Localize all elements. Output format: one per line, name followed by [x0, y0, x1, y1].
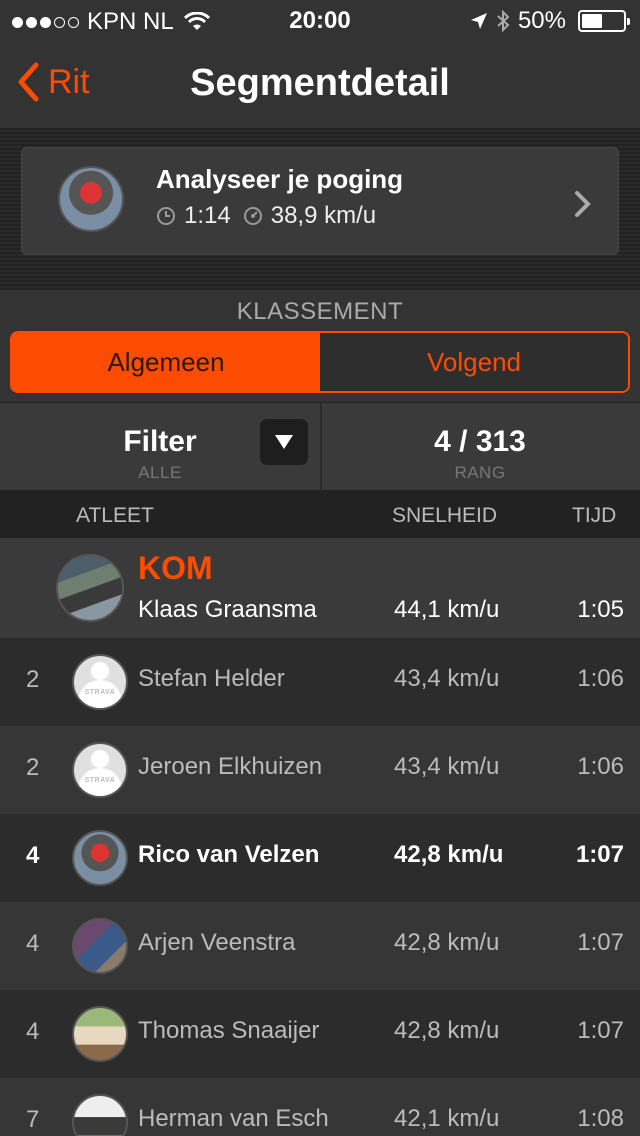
- battery-icon: [578, 10, 630, 32]
- table-row[interactable]: 4 Thomas Snaaijer 42,8 km/u 1:07: [0, 990, 640, 1078]
- user-avatar: [58, 166, 124, 232]
- athlete-speed: 42,8 km/u: [394, 1017, 500, 1044]
- table-row[interactable]: 2 STRAVA Jeroen Elkhuizen 43,4 km/u 1:06: [0, 726, 640, 814]
- table-row[interactable]: 4 Arjen Veenstra 42,8 km/u 1:07: [0, 902, 640, 990]
- attempt-title: Analyseer je poging: [156, 164, 404, 194]
- athlete-time: 1:06: [577, 753, 624, 780]
- avatar: [72, 830, 128, 886]
- rank: 2: [26, 666, 40, 693]
- athlete-name: Rico van Velzen: [138, 841, 320, 868]
- attempt-section: Analyseer je poging 1:14 38,9 km/u: [0, 128, 640, 290]
- status-bar: KPN NL 20:00 50%: [0, 0, 640, 40]
- avatar: [72, 1094, 128, 1136]
- athlete-time: 1:08: [577, 1105, 624, 1132]
- location-arrow-icon: [470, 13, 487, 29]
- battery-percentage: 50%: [517, 7, 566, 34]
- leaderboard-section-label: KLASSEMENT: [0, 290, 640, 330]
- athlete-speed: 44,1 km/u: [394, 596, 500, 623]
- analyze-attempt-card[interactable]: Analyseer je poging 1:14 38,9 km/u: [21, 147, 619, 255]
- avatar: STRAVA: [72, 654, 128, 710]
- rank-value: 4 / 313: [434, 425, 526, 458]
- athlete-speed: 43,4 km/u: [394, 665, 500, 692]
- column-time: TIJD: [572, 504, 617, 527]
- attempt-time: 1:14: [184, 202, 231, 229]
- rank: 4: [26, 1018, 40, 1045]
- athlete-name: Klaas Graansma: [138, 596, 317, 623]
- kom-row[interactable]: KOM Klaas Graansma 44,1 km/u 1:05: [0, 538, 640, 638]
- attempt-stats: 1:14 38,9 km/u: [156, 202, 376, 230]
- speedometer-icon: [243, 207, 262, 225]
- athlete-time: 1:05: [577, 596, 624, 623]
- athlete-time: 1:06: [577, 665, 624, 692]
- rank: 4: [26, 842, 40, 869]
- filter-dropdown-button[interactable]: [260, 419, 308, 465]
- column-speed: SNELHEID: [392, 504, 498, 527]
- tab-algemeen[interactable]: Algemeen: [12, 333, 320, 391]
- filter-value: ALLE: [138, 463, 182, 482]
- filter-rank-bar: Filter ALLE 4 / 313 RANG: [0, 402, 640, 491]
- rank-label: RANG: [454, 463, 506, 482]
- strava-avatar-text: STRAVA: [84, 689, 116, 696]
- athlete-name: Arjen Veenstra: [138, 929, 296, 956]
- athlete-name: Herman van Esch: [138, 1105, 329, 1132]
- athlete-time: 1:07: [577, 929, 624, 956]
- avatar: [72, 918, 128, 974]
- tab-volgend[interactable]: Volgend: [320, 333, 628, 391]
- avatar: [56, 554, 124, 622]
- table-row[interactable]: 2 STRAVA Stefan Helder 43,4 km/u 1:06: [0, 638, 640, 726]
- page-title: Segmentdetail: [190, 62, 450, 104]
- avatar: [72, 1006, 128, 1062]
- clock-icon: [157, 207, 175, 225]
- athlete-time: 1:07: [575, 841, 624, 868]
- athlete-speed: 42,8 km/u: [394, 929, 500, 956]
- table-header: ATLEET SNELHEID TIJD: [0, 490, 640, 538]
- rank: 4: [26, 930, 40, 957]
- rank: 2: [26, 754, 40, 781]
- chevron-right-icon: [575, 191, 591, 217]
- athlete-speed: 42,1 km/u: [394, 1105, 500, 1132]
- triangle-down-icon: [275, 435, 293, 449]
- athlete-time: 1:07: [577, 1017, 624, 1044]
- athlete-speed: 43,4 km/u: [394, 753, 500, 780]
- avatar: STRAVA: [72, 742, 128, 798]
- leaderboard-tabs: Algemeen Volgend: [10, 331, 630, 393]
- bluetooth-icon: [497, 10, 510, 32]
- status-right: 50%: [470, 7, 630, 35]
- athlete-speed: 42,8 km/u: [394, 841, 504, 868]
- column-athlete: ATLEET: [76, 504, 154, 527]
- navigation-bar: Rit Segmentdetail: [0, 40, 640, 128]
- table-row-current-user[interactable]: 4 Rico van Velzen 42,8 km/u 1:07: [0, 814, 640, 902]
- athlete-name: Jeroen Elkhuizen: [138, 753, 323, 780]
- kom-badge: KOM: [138, 550, 213, 586]
- athlete-name: Stefan Helder: [138, 665, 285, 692]
- top-bar: KPN NL 20:00 50% Rit Segmentdetail: [0, 0, 640, 128]
- rank: 7: [26, 1106, 40, 1133]
- table-row[interactable]: 7 Herman van Esch 42,1 km/u 1:08: [0, 1078, 640, 1136]
- strava-avatar-text: STRAVA: [84, 777, 116, 784]
- attempt-speed: 38,9 km/u: [270, 202, 377, 229]
- athlete-name: Thomas Snaaijer: [138, 1017, 320, 1044]
